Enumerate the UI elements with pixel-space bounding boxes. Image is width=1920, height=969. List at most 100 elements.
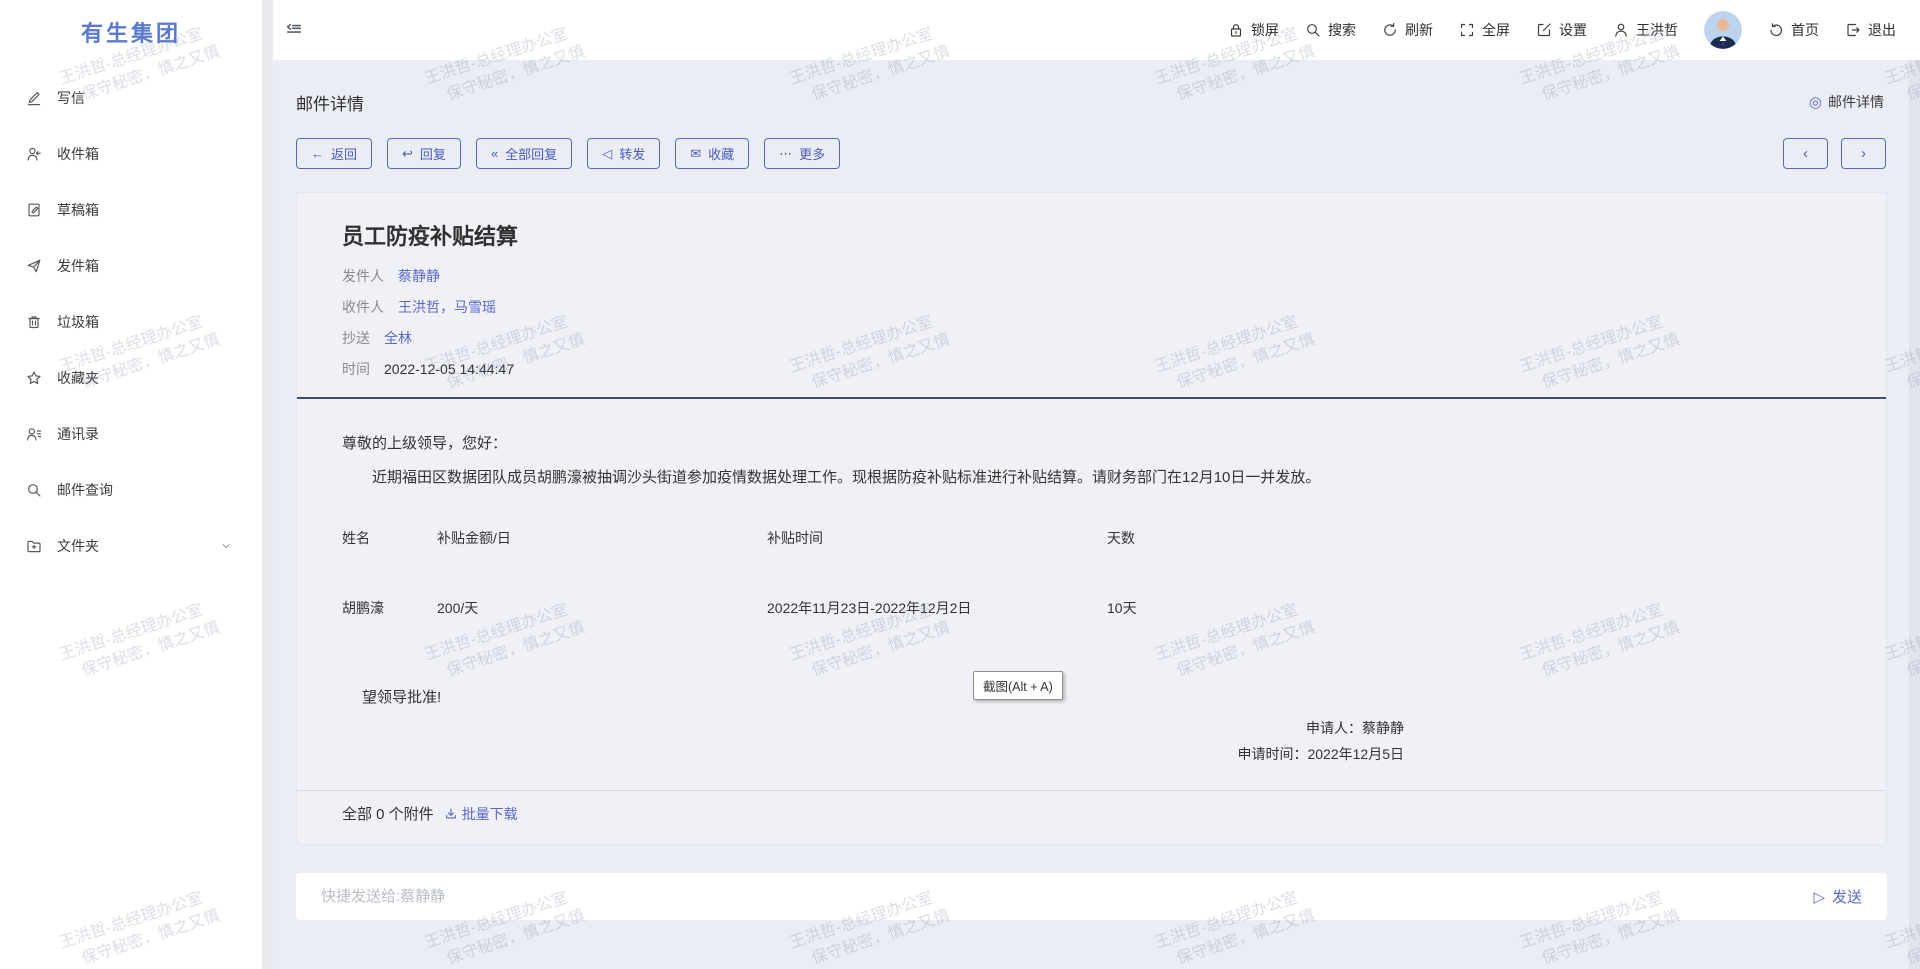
greeting-text: 尊敬的上级领导，您好： bbox=[342, 432, 1404, 453]
download-icon bbox=[444, 807, 458, 821]
refresh-icon bbox=[1382, 22, 1398, 38]
prev-mail-button[interactable]: ‹ bbox=[1783, 138, 1828, 169]
reply-all-button[interactable]: « 全部回复 bbox=[476, 138, 572, 169]
scrollbar-track[interactable] bbox=[1909, 60, 1920, 969]
table-header-name: 姓名 bbox=[342, 528, 437, 548]
quick-send-input[interactable] bbox=[321, 888, 1813, 905]
home-button[interactable]: 首页 bbox=[1768, 20, 1819, 40]
inbox-person-icon bbox=[26, 146, 42, 162]
sidebar-item-label: 垃圾箱 bbox=[57, 312, 99, 332]
sidebar-item-label: 收藏夹 bbox=[57, 368, 99, 388]
star-icon bbox=[26, 370, 42, 386]
arrow-left-icon: ← bbox=[311, 146, 324, 161]
sidebar-item-folders[interactable]: 文件夹 bbox=[0, 518, 262, 574]
sidebar-item-inbox[interactable]: 收件箱 bbox=[0, 126, 262, 182]
cc-value[interactable]: 全林 bbox=[384, 327, 412, 349]
favorite-label: 收藏 bbox=[708, 144, 734, 163]
from-value[interactable]: 蔡静静 bbox=[398, 265, 440, 287]
sidebar-item-label: 发件箱 bbox=[57, 256, 99, 276]
search-icon bbox=[26, 482, 42, 498]
meta-cc: 抄送 全林 bbox=[342, 327, 1841, 349]
avatar[interactable] bbox=[1704, 11, 1742, 49]
home-label: 首页 bbox=[1791, 20, 1819, 40]
fullscreen-icon bbox=[1459, 22, 1475, 38]
reply-arrow-icon: ↩ bbox=[402, 146, 413, 162]
back-label: 返回 bbox=[331, 144, 357, 163]
mail-detail-card: 员工防疫补贴结算 发件人 蔡静静 收件人 王洪哲，马雪瑶 抄送 全林 时间 20… bbox=[296, 192, 1887, 845]
sidebar-item-label: 通讯录 bbox=[57, 424, 99, 444]
to-value[interactable]: 王洪哲，马雪瑶 bbox=[398, 296, 496, 318]
reply-button[interactable]: ↩ 回复 bbox=[387, 138, 461, 169]
forward-label: 转发 bbox=[619, 144, 645, 163]
double-arrow-icon: « bbox=[491, 146, 498, 161]
applicant-line: 申请人：蔡静静 bbox=[342, 715, 1404, 741]
sidebar-item-compose[interactable]: 写信 bbox=[0, 70, 262, 126]
sidebar-item-label: 收件箱 bbox=[57, 144, 99, 164]
apply-time-label: 申请时间： bbox=[1237, 746, 1307, 762]
paper-plane-icon bbox=[26, 258, 42, 274]
main-content: 邮件详情 ◎ 邮件详情 ← 返回 ↩ 回复 « 全部回复 ◁ 转发 ✉ 收藏 ⋯… bbox=[273, 60, 1920, 969]
sidebar-menu: 写信 收件箱 草稿箱 发件箱 垃圾箱 bbox=[0, 70, 262, 574]
mail-header: 员工防疫补贴结算 发件人 蔡静静 收件人 王洪哲，马雪瑶 抄送 全林 时间 20… bbox=[297, 193, 1886, 389]
sidebar: 有生集团 写信 收件箱 草稿箱 发件箱 bbox=[0, 0, 262, 969]
folder-icon bbox=[26, 538, 42, 554]
attachments-bar: 全部 0 个附件 批量下载 bbox=[297, 790, 1886, 844]
mail-subject: 员工防疫补贴结算 bbox=[342, 219, 1841, 251]
fullscreen-button[interactable]: 全屏 bbox=[1459, 20, 1510, 40]
table-cell-amount: 200/天 bbox=[437, 598, 767, 618]
more-label: 更多 bbox=[799, 144, 825, 163]
cc-label: 抄送 bbox=[342, 327, 370, 349]
brand-logo: 有生集团 bbox=[0, 16, 262, 48]
logout-label: 退出 bbox=[1868, 20, 1896, 40]
sidebar-item-sent[interactable]: 发件箱 bbox=[0, 238, 262, 294]
breadcrumb: ◎ 邮件详情 bbox=[1809, 92, 1884, 112]
sidebar-item-drafts[interactable]: 草稿箱 bbox=[0, 182, 262, 238]
send-triangle-icon: ▷ bbox=[1813, 888, 1825, 906]
favorite-button[interactable]: ✉ 收藏 bbox=[675, 138, 749, 169]
sidebar-item-contacts[interactable]: 通讯录 bbox=[0, 406, 262, 462]
sidebar-item-favorites[interactable]: 收藏夹 bbox=[0, 350, 262, 406]
send-label: 发送 bbox=[1832, 886, 1862, 907]
location-pin-icon: ◎ bbox=[1809, 93, 1822, 111]
applicant-block: 申请人：蔡静静 申请时间：2022年12月5日 bbox=[342, 715, 1404, 767]
search-button[interactable]: 搜索 bbox=[1305, 20, 1356, 40]
refresh-button[interactable]: 刷新 bbox=[1382, 20, 1433, 40]
subsidy-table: 姓名 补贴金额/日 补贴时间 天数 胡鹏濠 200/天 2022年11月23日-… bbox=[342, 528, 1404, 618]
forward-button[interactable]: ◁ 转发 bbox=[587, 138, 660, 169]
next-mail-button[interactable]: › bbox=[1841, 138, 1886, 169]
page-title: 邮件详情 bbox=[296, 90, 364, 115]
lock-screen-label: 锁屏 bbox=[1251, 20, 1279, 40]
breadcrumb-label: 邮件详情 bbox=[1828, 92, 1884, 112]
username-label: 王洪哲 bbox=[1636, 20, 1678, 40]
back-button[interactable]: ← 返回 bbox=[296, 138, 372, 169]
sidebar-item-mail-search[interactable]: 邮件查询 bbox=[0, 462, 262, 518]
time-label: 时间 bbox=[342, 358, 370, 380]
table-cell-days: 10天 bbox=[1107, 598, 1404, 618]
forward-icon: ◁ bbox=[602, 146, 612, 162]
batch-download-link[interactable]: 批量下载 bbox=[444, 804, 518, 824]
lock-icon bbox=[1228, 22, 1244, 38]
draft-icon bbox=[26, 202, 42, 218]
settings-button[interactable]: 设置 bbox=[1536, 20, 1587, 40]
topbar-actions: 锁屏 搜索 刷新 全屏 设置 bbox=[1228, 0, 1896, 60]
apply-time-line: 申请时间：2022年12月5日 bbox=[342, 741, 1404, 767]
sidebar-item-label: 草稿箱 bbox=[57, 200, 99, 220]
undo-arrow-icon bbox=[1768, 22, 1784, 38]
search-label: 搜索 bbox=[1328, 20, 1356, 40]
pencil-icon bbox=[26, 90, 42, 106]
reply-label: 回复 bbox=[420, 144, 446, 163]
mail-pager: ‹ › bbox=[1783, 138, 1886, 169]
logout-button[interactable]: 退出 bbox=[1845, 20, 1896, 40]
trash-icon bbox=[26, 314, 42, 330]
collapse-menu-icon[interactable] bbox=[284, 18, 310, 44]
sidebar-item-trash[interactable]: 垃圾箱 bbox=[0, 294, 262, 350]
closing-text: 望领导批准! bbox=[342, 686, 1404, 707]
user-menu[interactable]: 王洪哲 bbox=[1613, 20, 1678, 40]
attachments-summary: 全部 0 个附件 bbox=[342, 803, 434, 824]
send-button[interactable]: ▷ 发送 bbox=[1813, 886, 1862, 907]
lock-screen-button[interactable]: 锁屏 bbox=[1228, 20, 1279, 40]
chevron-down-icon[interactable] bbox=[220, 540, 232, 552]
reply-all-label: 全部回复 bbox=[505, 144, 557, 163]
mail-body: 尊敬的上级领导，您好： 近期福田区数据团队成员胡鹏濠被抽调沙头街道参加疫情数据处… bbox=[297, 399, 1886, 790]
more-button[interactable]: ⋯ 更多 bbox=[764, 138, 840, 169]
